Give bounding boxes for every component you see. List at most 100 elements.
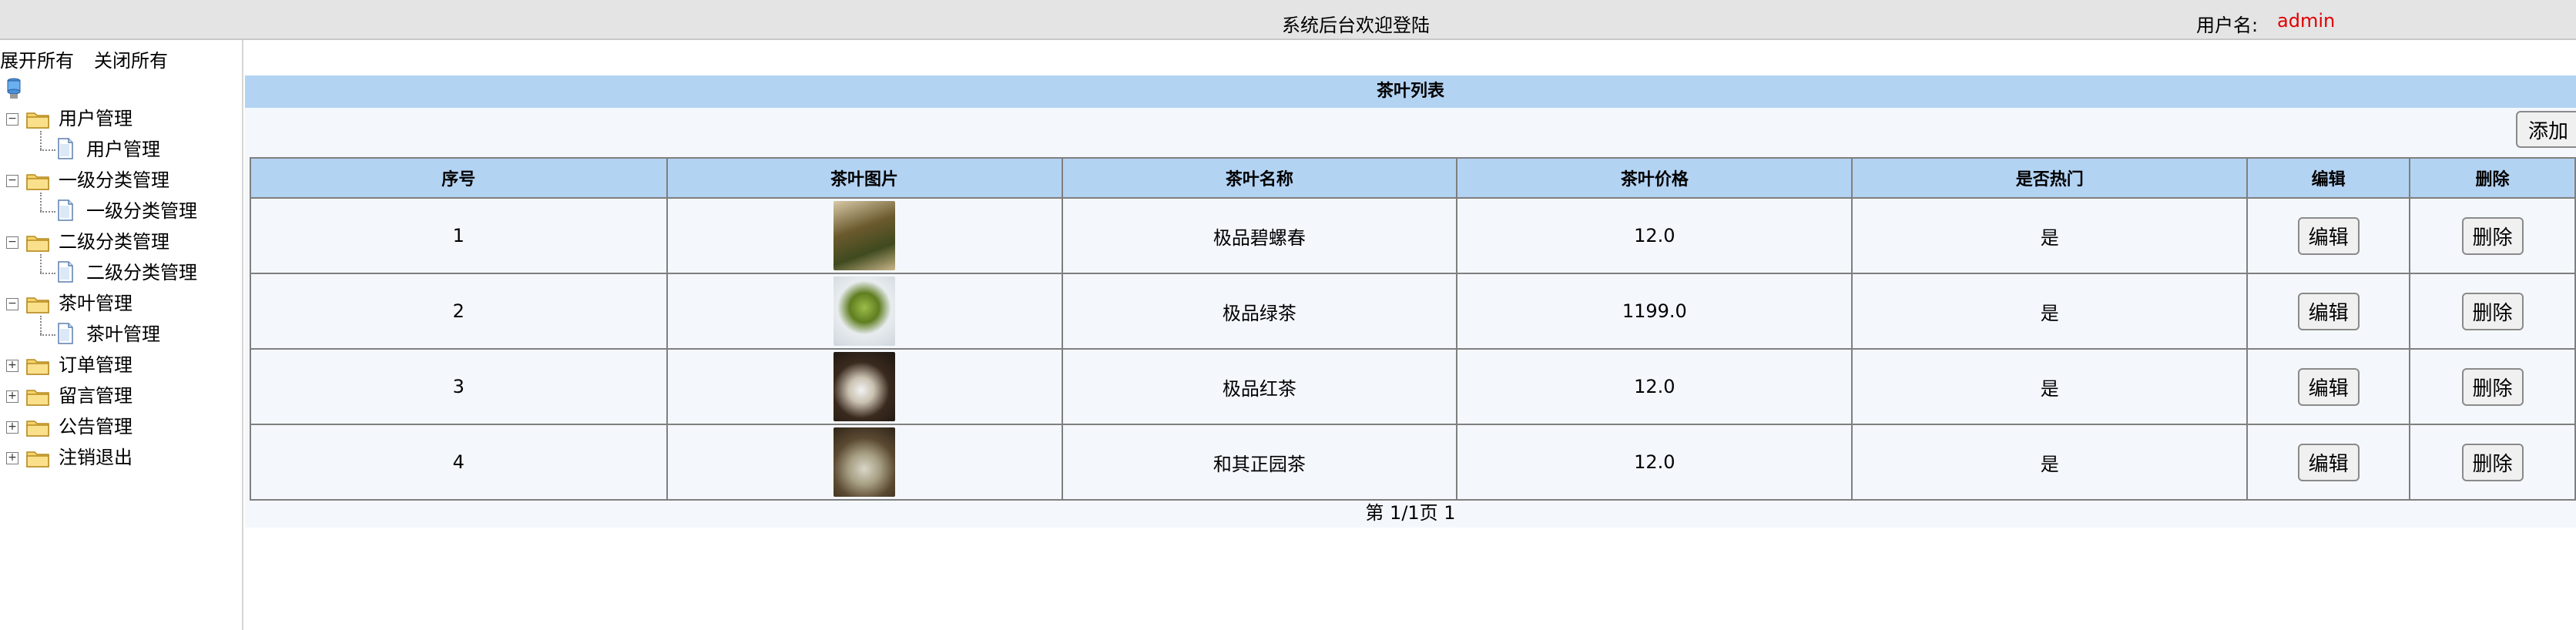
column-header: 序号 bbox=[250, 157, 668, 199]
folder-icon bbox=[26, 355, 49, 375]
tree-group-label[interactable]: 留言管理 bbox=[59, 382, 132, 410]
pagination: 第 1/1页 1 bbox=[1365, 502, 1456, 524]
tree-leaf-label[interactable]: 用户管理 bbox=[86, 136, 160, 163]
delete-button[interactable]: 删除 bbox=[2461, 216, 2524, 255]
tree-controls: 展开所有 关闭所有 bbox=[0, 45, 188, 72]
column-header: 茶叶名称 bbox=[1061, 157, 1458, 199]
top-bar: 系统后台欢迎登陆 用户名: admin bbox=[0, 0, 2576, 40]
folder-icon bbox=[26, 417, 49, 437]
column-header: 是否热门 bbox=[1851, 157, 2249, 199]
document-icon bbox=[57, 261, 74, 283]
column-header: 编辑 bbox=[2246, 157, 2411, 199]
delete-button[interactable]: 删除 bbox=[2461, 443, 2524, 481]
image-cell bbox=[666, 348, 1063, 425]
folder-icon bbox=[26, 109, 49, 129]
folder-icon bbox=[26, 447, 49, 467]
tree-connector bbox=[40, 193, 42, 211]
edit-button[interactable]: 编辑 bbox=[2297, 216, 2360, 255]
index-cell: 1 bbox=[250, 197, 668, 274]
tree-group-label[interactable]: 一级分类管理 bbox=[59, 166, 169, 194]
expand-toggle-icon[interactable]: + bbox=[6, 360, 18, 372]
delete-cell: 删除 bbox=[2409, 348, 2576, 425]
column-header: 删除 bbox=[2409, 157, 2576, 199]
edit-cell: 编辑 bbox=[2246, 348, 2411, 425]
edit-cell: 编辑 bbox=[2246, 424, 2411, 501]
tree-connector bbox=[40, 334, 55, 336]
delete-cell: 删除 bbox=[2409, 273, 2576, 350]
price-cell: 12.0 bbox=[1456, 348, 1853, 425]
folder-icon bbox=[26, 232, 49, 252]
price-cell: 12.0 bbox=[1456, 424, 1853, 501]
tree-leaf-label[interactable]: 一级分类管理 bbox=[86, 197, 197, 225]
username-label: 用户名: bbox=[2196, 15, 2259, 36]
collapse-toggle-icon[interactable]: − bbox=[6, 236, 18, 249]
tea-thumbnail bbox=[834, 201, 896, 270]
table-row: 2 极品绿茶 1199.0 是 编辑 删除 bbox=[250, 273, 2576, 350]
edit-button[interactable]: 编辑 bbox=[2297, 367, 2360, 406]
tree-connector bbox=[40, 316, 42, 334]
delete-button[interactable]: 删除 bbox=[2461, 292, 2524, 330]
name-cell: 极品红茶 bbox=[1061, 348, 1458, 425]
tea-thumbnail bbox=[834, 276, 896, 346]
folder-icon bbox=[26, 170, 49, 190]
delete-cell: 删除 bbox=[2409, 197, 2576, 274]
name-cell: 极品绿茶 bbox=[1061, 273, 1458, 350]
hot-cell: 是 bbox=[1851, 197, 2249, 274]
table-row: 4 和其正园茶 12.0 是 编辑 删除 bbox=[250, 424, 2576, 501]
expand-all-link[interactable]: 展开所有 bbox=[0, 45, 74, 72]
database-icon bbox=[7, 78, 21, 99]
image-cell bbox=[666, 273, 1063, 350]
collapse-toggle-icon[interactable]: − bbox=[6, 298, 18, 310]
page-title: 系统后台欢迎登陆 bbox=[1282, 15, 1430, 36]
tree-group-label[interactable]: 二级分类管理 bbox=[59, 228, 169, 256]
folder-icon bbox=[26, 293, 49, 313]
expand-toggle-icon[interactable]: + bbox=[6, 390, 18, 403]
table-header-row: 序号 茶叶图片 茶叶名称 茶叶价格 是否热门 编辑 删除 bbox=[250, 157, 2576, 199]
tea-table: 序号 茶叶图片 茶叶名称 茶叶价格 是否热门 编辑 删除 1 极品碧螺春 12.… bbox=[250, 157, 2576, 501]
column-header: 茶叶价格 bbox=[1456, 157, 1853, 199]
table-row: 1 极品碧螺春 12.0 是 编辑 删除 bbox=[250, 197, 2576, 274]
tea-thumbnail bbox=[834, 352, 896, 421]
expand-toggle-icon[interactable]: + bbox=[6, 452, 18, 464]
delete-button[interactable]: 删除 bbox=[2461, 367, 2524, 406]
hot-cell: 是 bbox=[1851, 273, 2249, 350]
hot-cell: 是 bbox=[1851, 348, 2249, 425]
index-cell: 3 bbox=[250, 348, 668, 425]
delete-cell: 删除 bbox=[2409, 424, 2576, 501]
list-title: 茶叶列表 bbox=[245, 75, 2576, 108]
expand-toggle-icon[interactable]: + bbox=[6, 421, 18, 434]
collapse-toggle-icon[interactable]: − bbox=[6, 113, 18, 126]
document-icon bbox=[57, 323, 74, 344]
tree-connector bbox=[40, 149, 55, 151]
edit-button[interactable]: 编辑 bbox=[2297, 292, 2360, 330]
tree-group-label[interactable]: 公告管理 bbox=[59, 413, 132, 441]
column-header: 茶叶图片 bbox=[666, 157, 1063, 199]
username-value: admin bbox=[2277, 10, 2336, 32]
tree-connector bbox=[40, 273, 55, 274]
name-cell: 极品碧螺春 bbox=[1061, 197, 1458, 274]
tree-group-label[interactable]: 注销退出 bbox=[59, 444, 132, 471]
image-cell bbox=[666, 424, 1063, 501]
document-icon bbox=[57, 138, 74, 159]
folder-icon bbox=[26, 386, 49, 406]
add-button[interactable]: 添加 bbox=[2516, 111, 2576, 148]
tree-group-label[interactable]: 用户管理 bbox=[59, 105, 132, 132]
table-row: 3 极品红茶 12.0 是 编辑 删除 bbox=[250, 348, 2576, 425]
price-cell: 1199.0 bbox=[1456, 273, 1853, 350]
collapse-toggle-icon[interactable]: − bbox=[6, 175, 18, 187]
main-content: 茶叶列表 添加 序号 茶叶图片 茶叶名称 茶叶价格 是否热门 编辑 删除 1 极… bbox=[245, 40, 2576, 630]
tree-leaf-label[interactable]: 二级分类管理 bbox=[86, 259, 197, 287]
price-cell: 12.0 bbox=[1456, 197, 1853, 274]
index-cell: 4 bbox=[250, 424, 668, 501]
tree-group-label[interactable]: 订单管理 bbox=[59, 351, 132, 379]
document-icon bbox=[57, 199, 74, 221]
collapse-all-link[interactable]: 关闭所有 bbox=[94, 45, 168, 72]
edit-button[interactable]: 编辑 bbox=[2297, 443, 2360, 481]
tree-group-label[interactable]: 茶叶管理 bbox=[59, 290, 132, 317]
index-cell: 2 bbox=[250, 273, 668, 350]
tree-connector bbox=[40, 254, 42, 273]
sidebar: 展开所有 关闭所有 − 用户管理 用户管理 − 一级分类管理 一级分类管理 − 二级分类管理 二级… bbox=[0, 40, 243, 630]
tree-connector bbox=[40, 211, 55, 213]
edit-cell: 编辑 bbox=[2246, 273, 2411, 350]
tree-leaf-label[interactable]: 茶叶管理 bbox=[86, 320, 160, 348]
